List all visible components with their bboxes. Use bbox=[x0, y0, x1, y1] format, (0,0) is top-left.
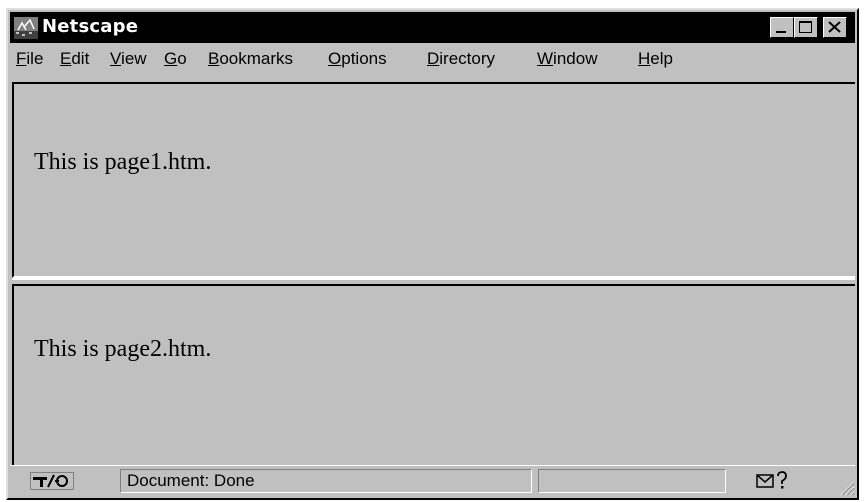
close-icon bbox=[828, 21, 841, 33]
title-bar[interactable]: Netscape bbox=[10, 12, 855, 43]
top-frame[interactable]: This is page1.htm. bbox=[12, 82, 855, 278]
menu-window[interactable]: Window bbox=[537, 49, 597, 69]
status-message: Document: Done bbox=[127, 471, 255, 490]
netscape-app-icon bbox=[14, 17, 38, 39]
bottom-frame[interactable]: This is page2.htm. bbox=[12, 284, 855, 468]
menu-options[interactable]: Options bbox=[328, 49, 387, 69]
mail-icon[interactable] bbox=[756, 471, 790, 491]
minimize-icon bbox=[776, 31, 786, 33]
menu-view[interactable]: View bbox=[110, 49, 147, 69]
browser-window: Netscape File Edit View Go Bookmarks Opt… bbox=[6, 8, 859, 500]
menu-file[interactable]: File bbox=[16, 49, 43, 69]
status-bar: Document: Done bbox=[10, 465, 855, 496]
menu-edit[interactable]: Edit bbox=[60, 49, 89, 69]
menu-bar: File Edit View Go Bookmarks Options Dire… bbox=[10, 45, 855, 73]
menu-go[interactable]: Go bbox=[164, 49, 187, 69]
close-button[interactable] bbox=[823, 17, 847, 38]
minimize-button[interactable] bbox=[770, 17, 794, 38]
menu-help[interactable]: Help bbox=[638, 49, 673, 69]
status-message-panel: Document: Done bbox=[120, 469, 532, 493]
resize-grip-icon[interactable] bbox=[837, 478, 855, 496]
maximize-icon bbox=[799, 21, 812, 33]
bottom-frame-text: This is page2.htm. bbox=[34, 336, 212, 362]
progress-panel bbox=[538, 469, 726, 493]
top-frame-text: This is page1.htm. bbox=[34, 149, 212, 175]
window-title: Netscape bbox=[42, 16, 139, 37]
maximize-button[interactable] bbox=[794, 17, 818, 38]
menu-bookmarks[interactable]: Bookmarks bbox=[208, 49, 293, 69]
menu-directory[interactable]: Directory bbox=[427, 49, 495, 69]
security-key-icon[interactable] bbox=[30, 472, 74, 490]
